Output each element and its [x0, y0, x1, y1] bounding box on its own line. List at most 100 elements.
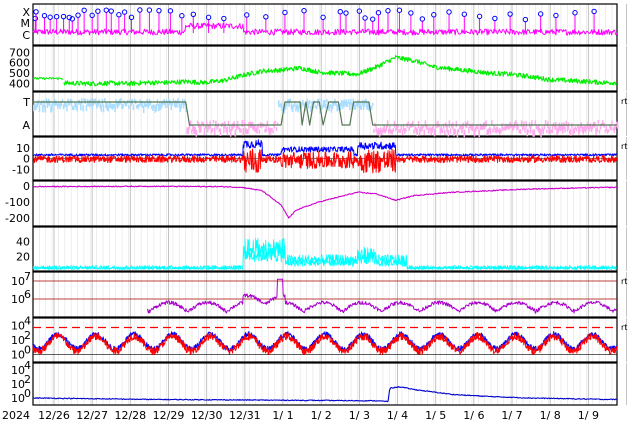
flare-marker: [370, 16, 376, 22]
flare-marker: [121, 9, 128, 15]
sector-sample: [122, 104, 124, 109]
sector-sample: [442, 123, 445, 129]
sector-sample: [533, 129, 535, 137]
panel-mark-electron-flux: rt: [621, 277, 627, 286]
sector-sample: [466, 120, 469, 125]
sector-sample: [447, 129, 450, 137]
sector-sample: [132, 104, 135, 111]
flare-marker: [179, 13, 185, 19]
tick-label-exp-e-6: 6: [24, 288, 31, 301]
sector-label-A: A: [22, 119, 30, 132]
sector-sample: [527, 129, 530, 133]
date-tick-label: 12/27: [76, 409, 108, 422]
panel-aurora-power: [32, 226, 627, 272]
sector-sample: [393, 120, 396, 128]
sector-sample: [240, 128, 242, 133]
sector-sample: [462, 122, 464, 130]
panel-dst: [32, 180, 627, 227]
tick-label-dst--100: -100: [5, 196, 30, 209]
flare-marker: [492, 15, 498, 22]
sector-sample: [128, 105, 130, 109]
panel-mark-geo-flux: rt: [621, 323, 627, 332]
sector-sample: [412, 120, 414, 128]
sector-sample: [392, 128, 395, 132]
flare-marker: [301, 7, 307, 14]
sector-sample: [91, 105, 93, 110]
flare-marker: [263, 14, 269, 20]
sector-sample: [463, 129, 466, 138]
sector-sample: [227, 120, 230, 125]
flare-marker: [408, 10, 414, 16]
sector-sample: [519, 129, 522, 134]
flare-marker: [375, 10, 382, 16]
sector-sample: [200, 125, 202, 133]
sector-sample: [102, 104, 105, 113]
sector-sample: [234, 129, 237, 137]
sector-sample: [607, 129, 610, 133]
date-tick-label: 1/ 9: [578, 409, 599, 422]
flare-marker: [522, 16, 529, 23]
sector-sample: [405, 128, 407, 132]
date-tick-label: 12/30: [191, 409, 223, 422]
sector-sample: [571, 123, 573, 129]
sector-sample: [596, 125, 598, 133]
date-tick-label: 1/ 7: [501, 409, 522, 422]
sector-sample: [202, 122, 204, 127]
tick-label-exp-e-7: 7: [24, 270, 31, 283]
tick-label-exp-geo-0: 0: [24, 344, 31, 357]
sector-sample: [543, 125, 546, 130]
sector-sample: [308, 100, 311, 104]
tick-label-geo-0: 10: [11, 349, 25, 362]
sector-sample: [546, 129, 548, 133]
tick-label-wind-400: 400: [9, 78, 30, 91]
tick-label-exp-geo-4: 4: [24, 314, 31, 327]
sector-sample: [325, 103, 327, 109]
sector-sample: [454, 128, 456, 135]
sector-sample: [84, 98, 87, 104]
space-weather-chart: XMC700600500400TArt100-10rt0-100-2004020…: [2, 3, 627, 422]
tick-label-imf--10: -10: [12, 163, 30, 176]
flare-marker: [337, 9, 343, 15]
sector-sample: [38, 105, 41, 113]
date-tick-label: 1/ 3: [349, 409, 370, 422]
sector-sample: [142, 105, 145, 114]
tick-label-e-6: 10: [11, 293, 25, 306]
tick-label-exp-proton-4: 4: [24, 359, 31, 372]
tick-label-dst-0: 0: [23, 180, 30, 193]
sector-sample: [274, 120, 277, 124]
date-tick-label: 1/ 6: [463, 409, 484, 422]
tick-label-exp-proton-2: 2: [24, 373, 31, 386]
sector-sample: [360, 105, 362, 110]
sector-sample: [575, 127, 578, 132]
flare-marker: [33, 9, 39, 15]
tick-label-proton-2: 10: [11, 378, 25, 391]
panel-mark-imf-sector: rt: [621, 97, 627, 106]
flare-marker: [146, 7, 153, 13]
flare-marker: [116, 12, 122, 18]
date-tick-label: 1/ 1: [272, 409, 293, 422]
sector-sample: [195, 129, 198, 137]
sector-sample: [70, 99, 73, 107]
sector-sample: [413, 129, 415, 134]
sector-sample: [438, 123, 440, 128]
sector-sample: [120, 98, 122, 105]
sector-sample: [485, 120, 487, 127]
tick-label-dst--200: -200: [5, 212, 30, 225]
sector-sample: [76, 105, 79, 112]
tick-label-geo-2: 10: [11, 334, 25, 347]
sector-sample: [247, 129, 249, 135]
sector-sample: [41, 100, 43, 106]
sector-sample: [524, 128, 526, 133]
sector-sample: [233, 121, 235, 128]
sector-sample: [617, 123, 619, 129]
tick-label-aurora-40: 40: [16, 236, 30, 249]
sector-sample: [66, 104, 68, 112]
sector-sample: [452, 122, 454, 130]
sector-sample: [370, 105, 373, 110]
date-tick-label: 1/ 4: [387, 409, 408, 422]
date-tick-label: 1/ 5: [425, 409, 446, 422]
sector-sample: [219, 128, 222, 137]
tick-label-exp-proton-0: 0: [24, 387, 31, 400]
sector-sample: [448, 120, 451, 128]
sector-sample: [441, 128, 444, 134]
